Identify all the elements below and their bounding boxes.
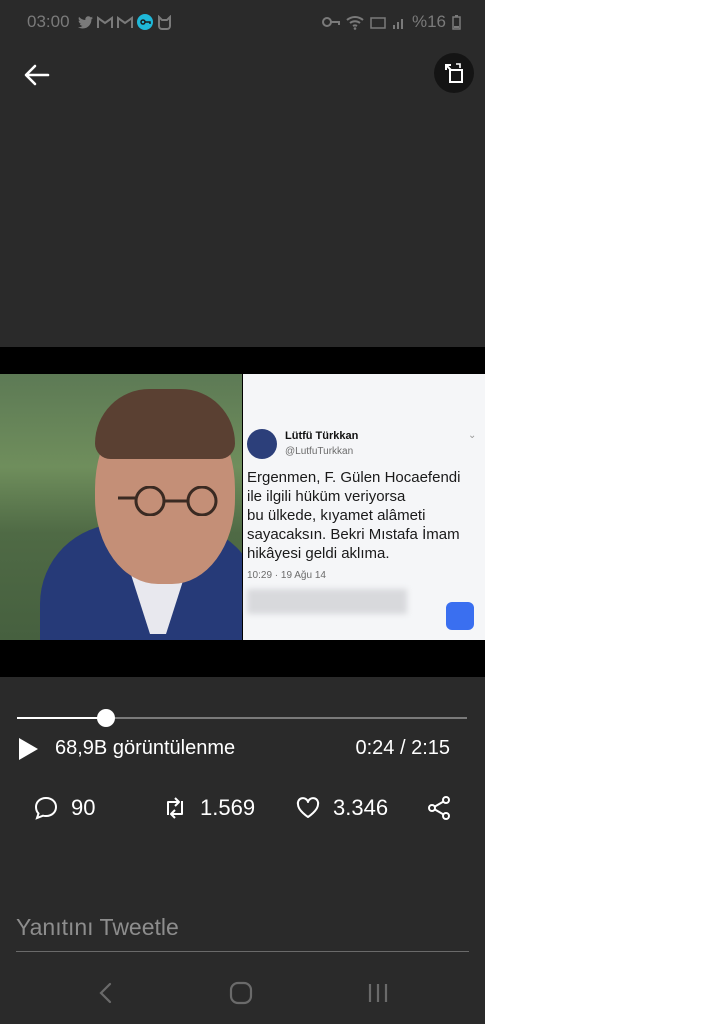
like-button[interactable]: 3.346 <box>295 795 388 821</box>
reply-icon <box>34 796 58 820</box>
play-icon <box>19 738 38 760</box>
chevron-down-icon: ⌄ <box>468 430 477 441</box>
tweet-author-name: Lütfü Türkkan <box>285 430 359 442</box>
reply-count: 90 <box>71 795 96 820</box>
nav-home-button[interactable] <box>229 981 253 1005</box>
embedded-tweet-frame: Lütfü Türkkan @LutfuTurkkan ⌄ Ergenmen, … <box>243 374 485 640</box>
phone-screen: 03:00 %16 Lütfü Türkkan @LutfuTurkkan ⌄ … <box>0 0 485 1024</box>
status-time: 03:00 <box>27 12 70 31</box>
retweet-button[interactable]: 1.569 <box>162 795 255 821</box>
retweet-icon <box>167 797 183 819</box>
tweet-text: Ergenmen, F. Gülen Hocaefendi ile ilgili… <box>247 469 461 562</box>
video-progress-bar[interactable] <box>17 709 467 727</box>
video-time: 0:24 / 2:15 <box>355 737 450 759</box>
cat-icon <box>158 14 171 30</box>
tweet-date: 10:29 · 19 Ağu 14 <box>247 570 326 581</box>
status-bar: 03:00 %16 <box>0 0 485 46</box>
nav-back-button[interactable] <box>96 981 116 1005</box>
play-button[interactable] <box>17 737 39 761</box>
system-navigation-bar <box>0 965 485 1024</box>
view-count: 68,9B görüntülenme <box>55 737 236 759</box>
rotate-icon <box>445 63 463 83</box>
rotate-screen-button[interactable] <box>434 53 474 93</box>
vpn-key-icon <box>137 14 153 30</box>
gmail-icon <box>97 15 113 28</box>
arrow-left-icon <box>24 64 50 86</box>
signal-icon <box>392 19 403 29</box>
app-logo-icon <box>446 602 474 630</box>
speaker-hair <box>95 389 235 459</box>
video-progress-handle[interactable] <box>96 709 115 727</box>
tweet-author-handle: @LutfuTurkkan <box>285 446 354 457</box>
retweet-count: 1.569 <box>200 795 256 820</box>
share-button[interactable] <box>426 795 452 821</box>
lte-icon <box>370 16 386 29</box>
glasses-icon <box>118 486 218 516</box>
gmail-icon <box>117 15 133 28</box>
wifi-icon <box>346 15 364 30</box>
share-icon <box>428 796 450 820</box>
back-button[interactable] <box>22 60 52 90</box>
video-frame-speaker <box>0 374 242 640</box>
reply-button[interactable]: 90 <box>33 795 95 821</box>
battery-icon <box>452 14 461 30</box>
video-progress-fill <box>17 717 106 719</box>
battery-level: %16 <box>411 12 446 31</box>
nav-recents-button[interactable] <box>366 981 390 1005</box>
like-count: 3.346 <box>333 795 389 820</box>
tweet-avatar <box>247 429 277 459</box>
reply-input[interactable]: Yanıtını Tweetle <box>16 914 179 941</box>
heart-icon <box>296 797 320 818</box>
notification-icons <box>78 14 172 30</box>
twitter-icon <box>78 15 93 28</box>
system-icons: %16 <box>321 12 461 32</box>
blurred-area <box>247 589 407 614</box>
key-icon <box>321 17 340 27</box>
reply-input-underline <box>16 951 469 952</box>
